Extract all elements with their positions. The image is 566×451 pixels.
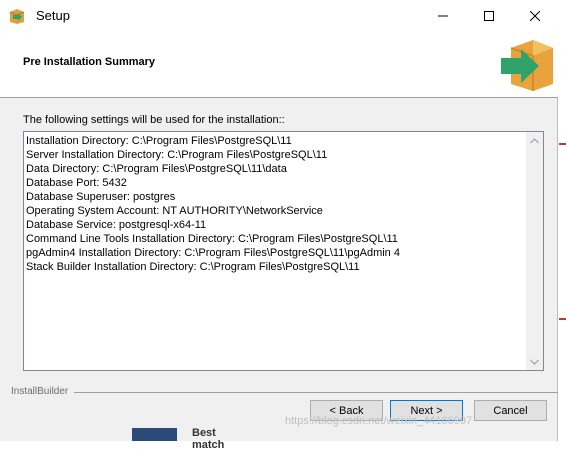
footer-divider [74, 392, 558, 393]
background-accent-line [559, 143, 566, 145]
vertical-scrollbar[interactable] [526, 132, 543, 370]
maximize-icon [484, 10, 494, 21]
chevron-down-icon [530, 359, 539, 365]
summary-line: Installation Directory: C:\Program Files… [26, 135, 292, 147]
background-window-text: Best match [192, 427, 225, 451]
summary-listbox[interactable]: Installation Directory: C:\Program Files… [23, 131, 544, 371]
installer-box-arrow-icon [501, 40, 553, 91]
scroll-down-button[interactable] [526, 353, 543, 370]
setup-window: Setup Pre Installation Summary The follo… [0, 0, 558, 451]
scroll-up-button[interactable] [526, 132, 543, 149]
title-bar[interactable]: Setup [0, 0, 558, 31]
cancel-button[interactable]: Cancel [474, 400, 547, 421]
chevron-up-icon [530, 137, 539, 143]
page-header: Pre Installation Summary [0, 31, 558, 98]
minimize-icon [438, 15, 448, 16]
installbuilder-label: InstallBuilder [11, 386, 69, 397]
background-edge [558, 0, 566, 441]
watermark-text: https://blog.csdn.net/weixin_44166997 [285, 415, 473, 427]
summary-line: Database Superuser: postgres [26, 191, 176, 203]
summary-line: Command Line Tools Installation Director… [26, 233, 398, 245]
close-icon [530, 10, 540, 21]
summary-line: Operating System Account: NT AUTHORITY\N… [26, 205, 323, 217]
background-accent-line [559, 318, 566, 320]
minimize-button[interactable] [420, 0, 466, 31]
summary-line: Database Service: postgresql-x64-11 [26, 219, 207, 231]
summary-line: Server Installation Directory: C:\Progra… [26, 149, 328, 161]
close-button[interactable] [512, 0, 558, 31]
summary-line: pgAdmin4 Installation Directory: C:\Prog… [26, 247, 400, 259]
background-app-tile [132, 428, 177, 441]
page-title: Pre Installation Summary [23, 56, 156, 68]
summary-line: Data Directory: C:\Program Files\Postgre… [26, 163, 287, 175]
window-title: Setup [36, 8, 70, 23]
summary-lines: Installation Directory: C:\Program Files… [26, 134, 526, 274]
summary-line: Database Port: 5432 [26, 177, 127, 189]
summary-line: Stack Builder Installation Directory: C:… [26, 261, 360, 273]
intro-text: The following settings will be used for … [23, 114, 285, 126]
background-window-fragment: Best match [132, 427, 232, 451]
setup-app-icon [9, 9, 25, 24]
maximize-button[interactable] [466, 0, 512, 31]
